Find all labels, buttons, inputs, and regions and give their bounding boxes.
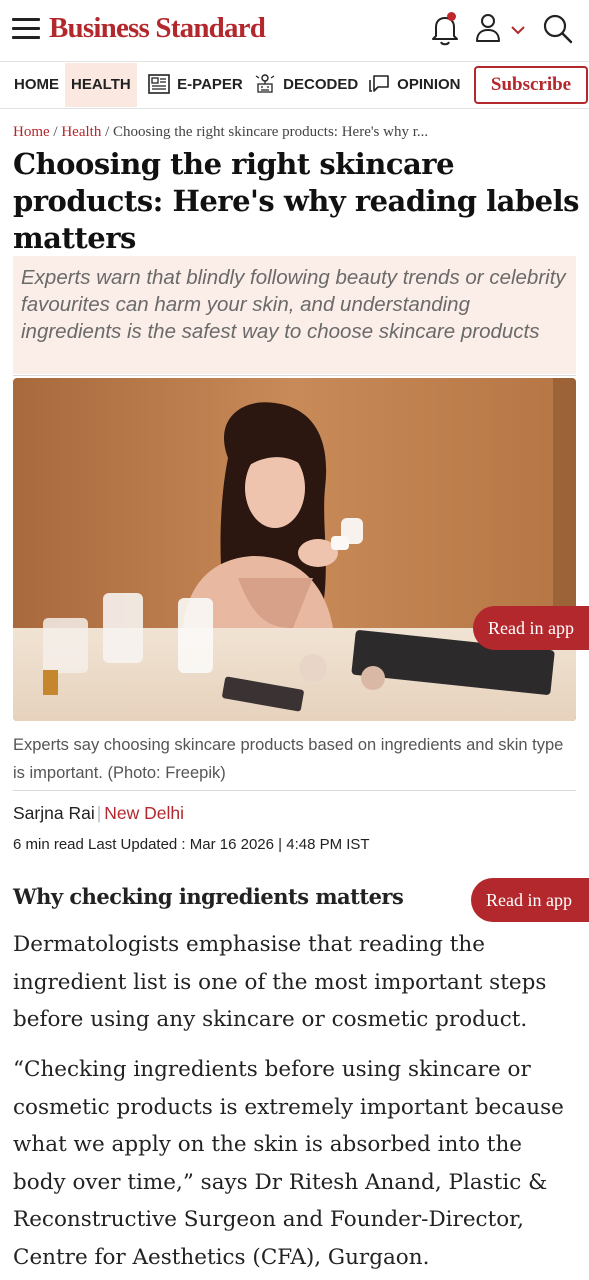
notification-dot	[447, 12, 456, 21]
breadcrumb-current: Choosing the right skincare products: He…	[113, 124, 429, 140]
decoded-icon	[255, 74, 275, 93]
section-nav: HOME HEALTH E-PAPER DECODED OPINION Subs…	[0, 63, 589, 109]
notification-bell-icon[interactable]	[430, 12, 460, 46]
chevron-down-icon[interactable]	[510, 22, 526, 40]
nav-item-label: E-PAPER	[177, 76, 243, 93]
nav-item-home[interactable]: HOME	[14, 63, 59, 107]
breadcrumb-separator: /	[105, 124, 110, 140]
byline-separator: |	[96, 803, 102, 823]
author-name[interactable]: Sarjna Rai	[13, 803, 95, 823]
article-summary: Experts warn that blindly following beau…	[13, 256, 576, 374]
nav-item-label: HEALTH	[71, 76, 131, 93]
subscribe-button[interactable]: Subscribe	[474, 66, 588, 104]
image-caption: Experts say choosing skincare products b…	[13, 736, 564, 782]
divider	[13, 375, 576, 376]
nav-item-health[interactable]: HEALTH	[65, 63, 137, 107]
article-title: Choosing the right skincare products: He…	[13, 147, 579, 255]
nav-item-label: OPINION	[397, 76, 461, 93]
nav-item-label: DECODED	[283, 76, 359, 93]
read-in-app-button[interactable]: Read in app	[471, 878, 589, 922]
byline: Sarjna Rai | New Delhi	[13, 803, 184, 824]
article-meta: 6 min read Last Updated : Mar 16 2026 | …	[13, 836, 370, 853]
breadcrumb-section[interactable]: Health	[61, 124, 101, 140]
nav-item-opinion[interactable]: OPINION	[368, 63, 461, 107]
menu-icon[interactable]	[12, 18, 40, 40]
nav-item-label: HOME	[14, 76, 59, 93]
top-header: Business Standard	[0, 0, 589, 62]
read-in-app-button[interactable]: Read in app	[473, 606, 589, 650]
nav-item-epaper[interactable]: E-PAPER	[148, 63, 243, 107]
newspaper-icon	[148, 74, 170, 94]
breadcrumb-home[interactable]: Home	[13, 124, 50, 140]
search-icon[interactable]	[541, 12, 575, 51]
breadcrumb: Home / Health / Choosing the right skinc…	[13, 124, 428, 141]
opinion-icon	[369, 75, 389, 92]
article-paragraph: Dermatologists emphasise that reading th…	[13, 932, 547, 1032]
article-hero-image[interactable]	[13, 378, 576, 721]
site-logo[interactable]: Business Standard	[49, 12, 266, 45]
article-subheading: Why checking ingredients matters	[13, 884, 404, 909]
divider	[13, 790, 576, 791]
article-paragraph: “Checking ingredients before using skinc…	[13, 1057, 564, 1270]
user-icon[interactable]	[474, 12, 502, 49]
breadcrumb-separator: /	[53, 124, 58, 140]
nav-item-decoded[interactable]: DECODED	[254, 63, 358, 107]
author-location: New Delhi	[104, 803, 185, 823]
